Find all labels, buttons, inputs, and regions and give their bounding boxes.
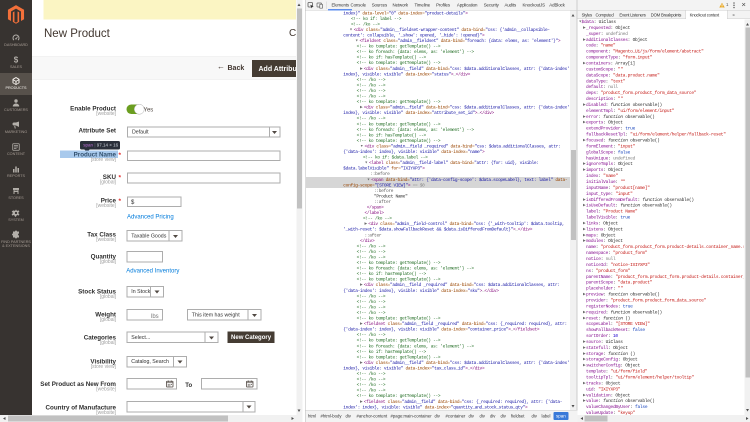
svg-text:$: $: [14, 56, 19, 65]
